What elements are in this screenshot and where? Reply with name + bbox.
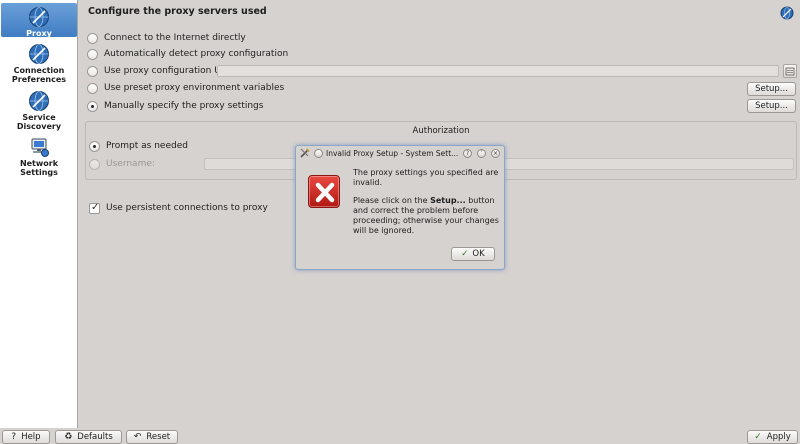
sidebar-item-service-discovery[interactable]: Service Discovery <box>1 87 77 131</box>
proxy-url-field[interactable] <box>217 65 779 77</box>
cross-icon <box>315 182 335 203</box>
radio-button[interactable] <box>87 65 98 77</box>
option-label: Manually specify the proxy settings <box>104 101 264 111</box>
dialog-titlebar[interactable]: Invalid Proxy Setup - System Sett... ? ˅… <box>296 146 504 161</box>
globe-icon <box>29 7 49 27</box>
sidebar-item-label: Service Discovery <box>16 113 62 131</box>
context-help-button[interactable]: ? <box>463 149 472 158</box>
option-label: Use preset proxy environment variables <box>104 83 285 93</box>
button-label: Help <box>21 432 41 442</box>
sidebar-item-label: Connection Preferences <box>11 66 67 84</box>
globe-icon <box>29 44 49 64</box>
network-computer-icon <box>31 138 49 157</box>
radio-button[interactable] <box>87 100 98 112</box>
restore-defaults-icon: ♻ <box>64 432 73 442</box>
file-open-icon <box>785 67 795 76</box>
sticky-button[interactable] <box>314 149 323 158</box>
undo-icon: ↶ <box>133 432 142 442</box>
option-auto-detect[interactable]: Automatically detect proxy configuration <box>87 47 288 61</box>
option-label: Use persistent connections to proxy <box>106 203 268 213</box>
checkmark-icon: ✓ <box>461 249 469 259</box>
invalid-proxy-dialog: Invalid Proxy Setup - System Sett... ? ˅… <box>295 145 505 270</box>
message-text: Please click on the <box>353 196 431 205</box>
button-label: Apply <box>766 432 791 442</box>
ok-button[interactable]: ✓ OK <box>451 247 495 261</box>
help-button[interactable]: ? Help <box>2 430 50 444</box>
sidebar-item-network-settings[interactable]: Network Settings <box>1 133 77 177</box>
button-label: Defaults <box>77 432 113 442</box>
button-label: Reset <box>146 432 171 442</box>
checkmark-icon: ✓ <box>754 432 762 442</box>
dialog-message-paragraph2: Please click on the Setup... button and … <box>353 196 503 236</box>
radio-button[interactable] <box>87 48 98 60</box>
sidebar-item-label: Proxy <box>26 29 52 38</box>
radio-button[interactable] <box>87 82 98 94</box>
page-title: Configure the proxy servers used <box>88 6 267 17</box>
dialog-message-line1: The proxy settings you specified are inv… <box>353 168 499 187</box>
message-bold-text: Setup... <box>430 196 466 205</box>
option-label: Automatically detect proxy configuration <box>104 49 289 59</box>
minimize-button[interactable]: ˅ <box>477 149 486 158</box>
option-direct[interactable]: Connect to the Internet directly <box>87 31 246 45</box>
reset-button[interactable]: ↶ Reset <box>126 430 178 444</box>
option-label: Username: <box>106 159 155 169</box>
env-setup-button[interactable]: Setup... <box>747 82 796 96</box>
sidebar-item-proxy[interactable]: Proxy <box>1 3 77 38</box>
settings-tools-icon[interactable] <box>300 148 310 158</box>
apply-button[interactable]: ✓ Apply <box>747 430 798 444</box>
option-username[interactable]: Username: <box>89 157 155 171</box>
option-label: Connect to the Internet directly <box>104 33 246 43</box>
sidebar-item-label: Network Settings <box>19 159 59 177</box>
option-label: Prompt as needed <box>106 141 188 151</box>
sidebar-item-connection-preferences[interactable]: Connection Preferences <box>1 40 77 84</box>
help-icon: ? <box>11 432 17 442</box>
open-file-button[interactable] <box>783 64 797 78</box>
radio-button[interactable] <box>89 158 100 170</box>
radio-button[interactable] <box>89 140 100 152</box>
globe-icon <box>29 91 49 111</box>
defaults-button[interactable]: ♻ Defaults <box>55 430 122 444</box>
option-prompt-as-needed[interactable]: Prompt as needed <box>89 139 188 153</box>
option-persistent-connections[interactable]: Use persistent connections to proxy <box>89 201 268 215</box>
radio-button[interactable] <box>87 32 98 44</box>
dialog-title: Invalid Proxy Setup - System Sett... <box>326 149 459 158</box>
manual-setup-button[interactable]: Setup... <box>747 99 796 113</box>
error-icon <box>308 175 340 208</box>
option-label: Use proxy configuration URL: <box>104 66 236 76</box>
category-sidebar: Proxy Connection Preferences Service Dis… <box>0 0 78 428</box>
group-title: Authorization <box>412 126 470 136</box>
close-button[interactable]: × <box>491 149 500 158</box>
checkbox[interactable] <box>89 202 100 214</box>
option-config-url[interactable]: Use proxy configuration URL: <box>87 64 235 78</box>
option-env-variables[interactable]: Use preset proxy environment variables <box>87 81 284 95</box>
option-manual[interactable]: Manually specify the proxy settings <box>87 99 263 113</box>
button-label: OK <box>472 249 485 259</box>
globe-help-icon[interactable] <box>780 6 794 20</box>
